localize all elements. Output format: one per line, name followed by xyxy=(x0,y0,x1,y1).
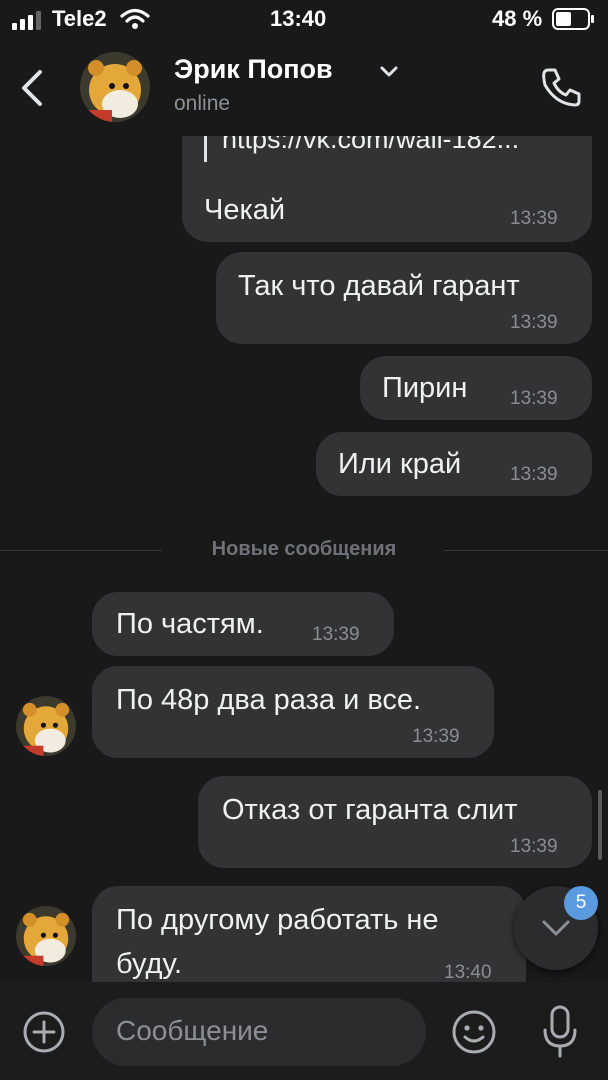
avatar[interactable] xyxy=(16,696,76,756)
message-time: 13:39 xyxy=(510,388,558,409)
status-bar: Tele2 13:40 48 % xyxy=(0,0,608,40)
presence-status: online xyxy=(174,92,231,115)
message-text: Отказ от гаранта слит xyxy=(222,794,518,826)
new-messages-divider: Новые сообщения xyxy=(0,538,608,560)
battery-icon xyxy=(552,8,594,30)
chevron-down-icon xyxy=(542,920,570,936)
message-text-line: буду. xyxy=(116,948,183,980)
message-composer: Сообщение xyxy=(0,982,608,1080)
phone-icon[interactable] xyxy=(538,64,584,110)
message-time: 13:40 xyxy=(444,962,492,982)
chevron-down-icon[interactable] xyxy=(378,60,400,82)
message-time: 13:39 xyxy=(412,726,460,747)
avatar-bear-icon xyxy=(16,906,76,966)
chat-header: Эрик Попов online xyxy=(0,40,608,136)
message-time: 13:39 xyxy=(312,624,360,645)
message-list[interactable]: https://vk.com/wall-182... Чекай 13:39 Т… xyxy=(0,136,608,982)
avatar-bear-icon xyxy=(80,52,150,122)
message-text: Или край xyxy=(338,448,462,480)
message-text-line: По другому работать не xyxy=(116,904,439,936)
plus-icon[interactable] xyxy=(22,1010,66,1054)
battery-percent: 48 % xyxy=(492,6,543,31)
back-arrow-icon[interactable] xyxy=(16,66,52,110)
carrier-label: Tele2 xyxy=(52,6,107,31)
link-url[interactable]: https://vk.com/wall-182... xyxy=(222,136,519,155)
message-text: Пирин xyxy=(382,372,468,404)
avatar[interactable] xyxy=(80,52,150,122)
unread-badge: 5 xyxy=(564,886,598,920)
emoji-icon[interactable] xyxy=(450,1008,498,1056)
message-time: 13:39 xyxy=(510,208,558,229)
divider-label: Новые сообщения xyxy=(211,538,397,560)
scrollbar[interactable] xyxy=(598,790,602,860)
message-input[interactable]: Сообщение xyxy=(92,998,426,1066)
clock: 13:40 xyxy=(270,6,327,31)
avatar[interactable] xyxy=(16,906,76,966)
contact-name[interactable]: Эрик Попов xyxy=(174,54,333,85)
avatar-bear-icon xyxy=(16,696,76,756)
link-quote-bar xyxy=(204,136,207,162)
message-time: 13:39 xyxy=(510,836,558,857)
message-text: По 48р два раза и все. xyxy=(116,684,422,716)
message-time: 13:39 xyxy=(510,312,558,333)
message-text: Так что давай гарант xyxy=(238,270,520,302)
signal-icon xyxy=(12,11,41,30)
message-text: Чекай xyxy=(204,194,286,226)
message-text: По частям. xyxy=(116,608,264,640)
wifi-icon xyxy=(120,8,150,29)
message-time: 13:39 xyxy=(510,464,558,485)
microphone-icon[interactable] xyxy=(540,1004,580,1060)
message-input-placeholder: Сообщение xyxy=(116,1015,269,1046)
